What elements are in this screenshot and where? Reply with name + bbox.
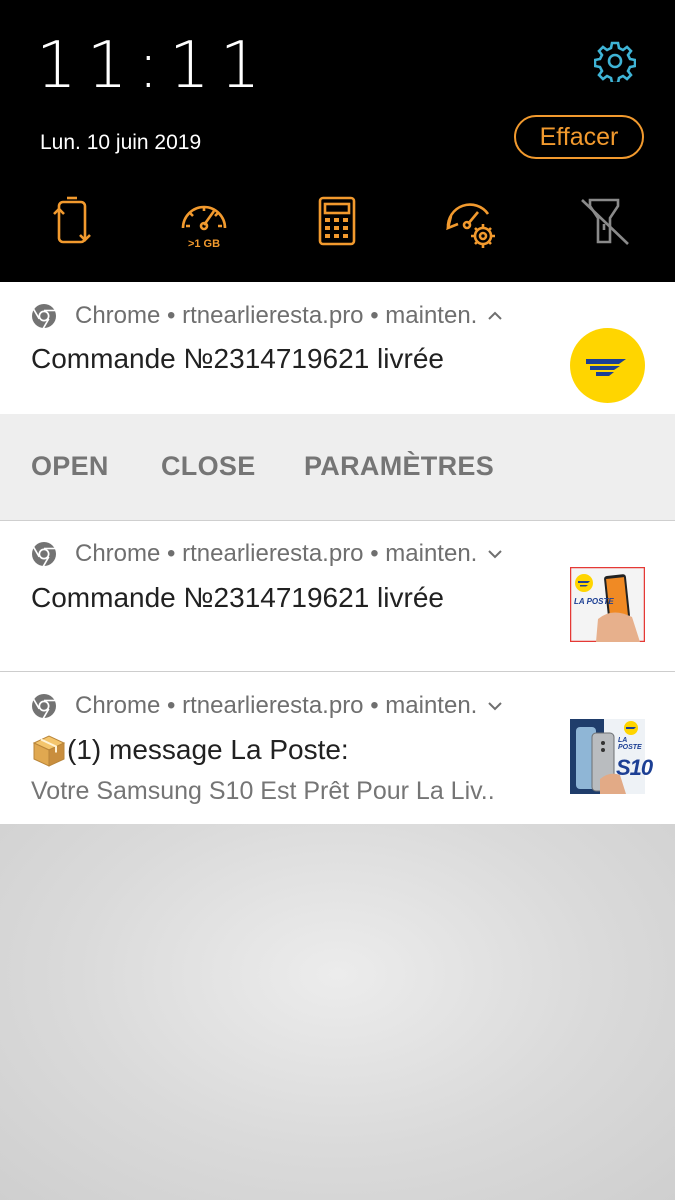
notification-title-row: (1) message La Poste: xyxy=(31,733,349,767)
chrome-icon xyxy=(32,694,56,719)
chrome-icon xyxy=(32,542,56,567)
notification-title: Commande №2314719621 livrée xyxy=(31,343,444,374)
notification-header: Chrome • rtnearlieresta.pro • mainten. xyxy=(31,691,503,721)
flashlight-off-icon[interactable] xyxy=(574,192,634,252)
settings-action-button[interactable]: PARAMÈTRES xyxy=(304,451,494,482)
notification-title: Commande №2314719621 livrée xyxy=(31,582,444,613)
la-poste-logo-icon xyxy=(570,328,645,403)
app-name: Chrome xyxy=(75,692,161,719)
auto-rotate-icon[interactable] xyxy=(42,192,102,252)
source-domain: rtnearlieresta.pro xyxy=(182,692,364,719)
data-usage-icon[interactable]: >1 GB xyxy=(174,192,234,252)
channel-name: mainten. xyxy=(385,302,478,329)
notification-shade-header: 11:11 Lun. 10 juin 2019 Effacer >1 GB xyxy=(0,0,675,282)
notification-card[interactable]: Chrome • rtnearlieresta.pro • mainten. C… xyxy=(0,282,675,414)
open-action-button[interactable]: OPEN xyxy=(31,451,109,482)
package-icon xyxy=(32,735,66,767)
notification-card[interactable]: Chrome • rtnearlieresta.pro • mainten. (… xyxy=(0,672,675,824)
calculator-icon[interactable] xyxy=(307,192,367,252)
notification-card[interactable]: Chrome • rtnearlieresta.pro • mainten. C… xyxy=(0,521,675,671)
date: Lun. 10 juin 2019 xyxy=(40,131,202,154)
source-domain: rtnearlieresta.pro xyxy=(182,540,364,567)
notification-header: Chrome • rtnearlieresta.pro • mainten. xyxy=(31,301,503,331)
app-name: Chrome xyxy=(75,540,161,567)
channel-name: mainten. xyxy=(385,540,478,567)
chrome-icon xyxy=(32,304,56,329)
performance-settings-icon[interactable] xyxy=(440,192,500,252)
notification-body: Votre Samsung S10 Est Prêt Pour La Liv.. xyxy=(31,777,495,805)
background-wallpaper xyxy=(0,824,675,1200)
clock: 11:11 xyxy=(36,29,271,103)
source-domain: rtnearlieresta.pro xyxy=(182,302,364,329)
chevron-down-icon[interactable] xyxy=(487,698,503,714)
notification-actions: OPEN CLOSE PARAMÈTRES xyxy=(0,414,675,521)
data-usage-label: >1 GB xyxy=(188,238,220,250)
thumbnail-model-text: S10 xyxy=(616,755,653,780)
notification-thumbnail: LA POSTE S10 xyxy=(570,719,653,794)
notification-header: Chrome • rtnearlieresta.pro • mainten. xyxy=(31,539,503,569)
app-name: Chrome xyxy=(75,302,161,329)
close-action-button[interactable]: CLOSE xyxy=(161,451,256,482)
thumbnail-brand-text: LA POSTE xyxy=(574,597,614,606)
chevron-down-icon[interactable] xyxy=(487,546,503,562)
settings-gear-icon[interactable] xyxy=(593,40,637,85)
clear-all-button[interactable]: Effacer xyxy=(514,115,644,159)
notification-thumbnail: LA POSTE xyxy=(569,566,646,643)
thumbnail-brand-text: LA POSTE xyxy=(618,737,642,751)
notification-title: (1) message La Poste: xyxy=(67,734,349,765)
channel-name: mainten. xyxy=(385,692,478,719)
chevron-up-icon[interactable] xyxy=(487,308,503,324)
